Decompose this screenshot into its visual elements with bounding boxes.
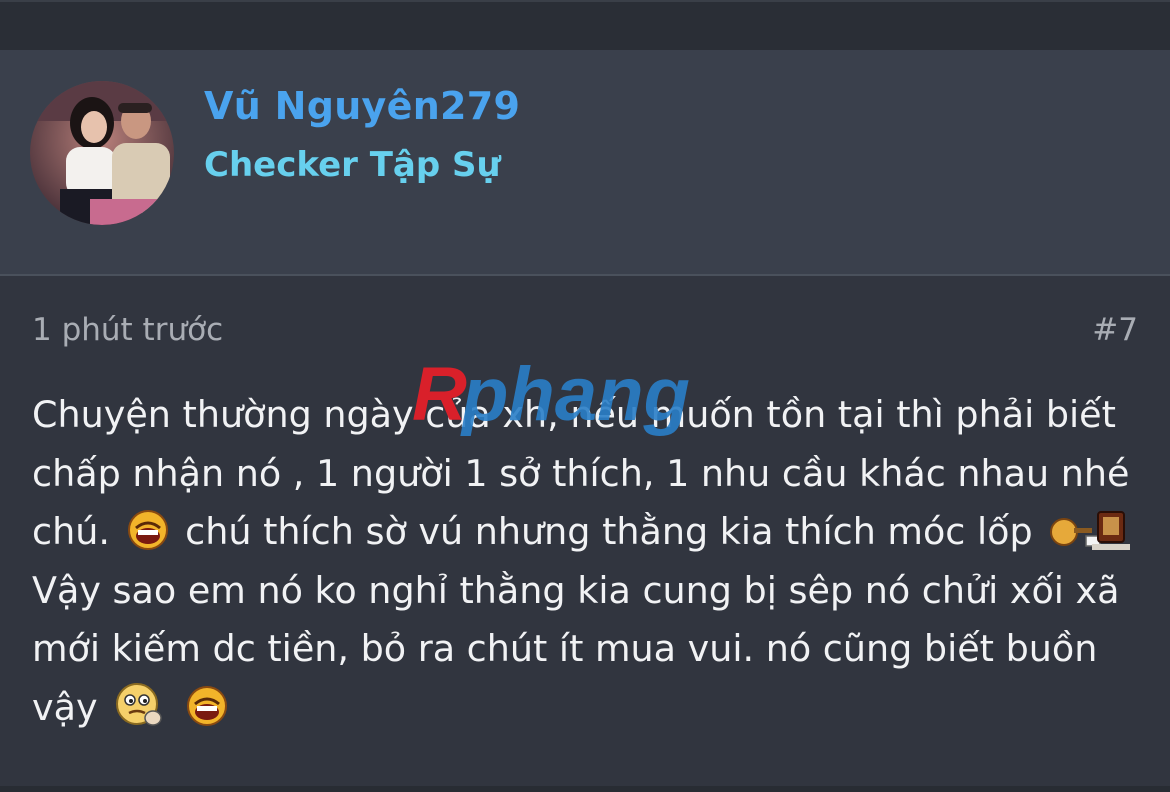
top-bar: [0, 0, 1170, 50]
post: 1 phút trước #7 Chuyện thường ngày của x…: [0, 276, 1170, 792]
laughing-smiley-icon: [185, 684, 229, 746]
post-number-link[interactable]: #7: [1092, 312, 1138, 348]
post-line: mới kiếm dc tiền, bỏ ra chút ít mua vui.…: [32, 627, 1098, 670]
post-body: Chuyện thường ngày của xh, nếu muốn tồn …: [32, 386, 1142, 737]
laughing-smiley-icon: [126, 508, 170, 570]
thinking-smiley-icon: [113, 680, 165, 746]
pc-smiley-icon: [1048, 506, 1134, 570]
user-title-badge: Checker Tập Sự: [204, 145, 501, 185]
post-line: chấp nhận nó , 1 người 1 sở thích, 1 nhu…: [32, 451, 1130, 495]
post-text: chú.: [32, 510, 110, 553]
post-text: chú thích sờ vú nhưng thằng kia thích mó…: [185, 510, 1033, 553]
post-author-header: Vũ Nguyên279 Checker Tập Sự: [0, 50, 1170, 276]
post-line: Chuyện thường ngày của xh, nếu muốn tồn …: [32, 393, 1116, 436]
post-line: chú. chú thích sờ vú nhưng thằng kia thí…: [32, 503, 1142, 562]
username-link[interactable]: Vũ Nguyên279: [204, 84, 520, 128]
bottom-divider: [0, 786, 1170, 792]
avatar[interactable]: [30, 81, 174, 225]
post-line: vậy: [32, 679, 1142, 738]
post-timestamp[interactable]: 1 phút trước: [32, 312, 223, 348]
post-line: Vậy sao em nó ko nghỉ thằng kia cung bị …: [32, 568, 1120, 612]
post-text: vậy: [32, 685, 98, 729]
